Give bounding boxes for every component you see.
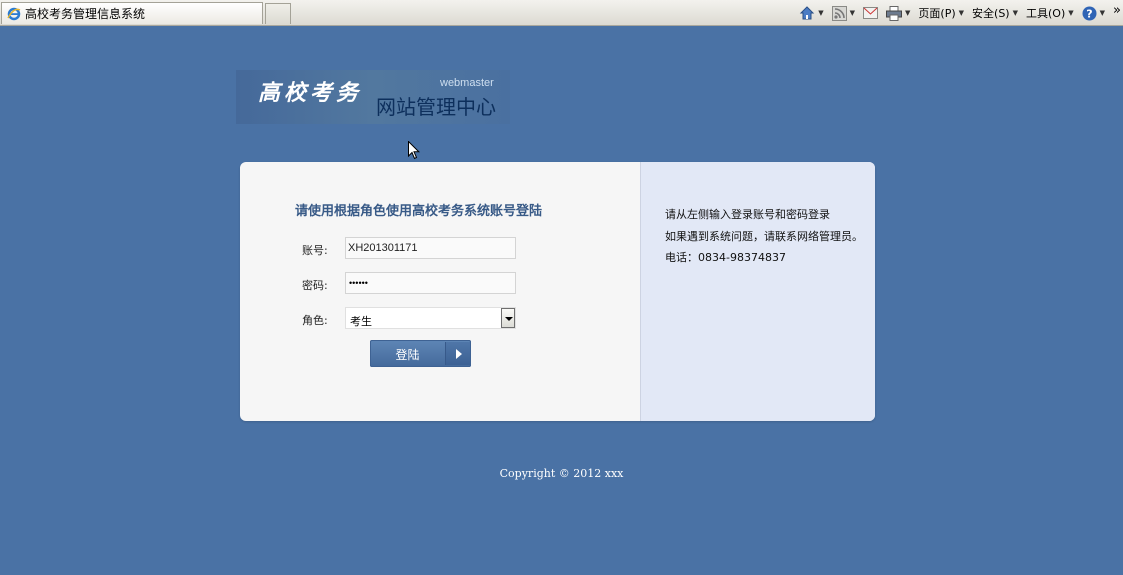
chevron-down-icon[interactable]: ▼ [818,9,823,17]
safety-menu-label: 安全(S) [972,7,1010,20]
password-value: •••••• [349,278,368,288]
rss-icon [831,5,847,21]
info-line-2: 如果遇到系统问题，请联系网络管理员。 [665,230,863,243]
logo-english: webmaster [440,77,494,89]
login-button-label: 登陆 [395,348,420,362]
mail-icon [863,7,879,19]
page-menu[interactable]: 页面(P) ▼ [918,5,964,21]
info-phone: 电话：0834-98374837 [665,251,786,264]
role-selected-value: 考生 [350,315,372,328]
logo-subtitle: 网站管理中心 [376,95,496,119]
help-icon: ? [1082,6,1097,21]
account-label: 账号: [302,244,328,257]
dropdown-arrow-icon[interactable] [501,308,515,328]
arrow-right-icon [445,342,470,365]
password-input[interactable]: •••••• [345,272,516,294]
password-label: 密码: [302,279,328,292]
browser-tab[interactable]: 高校考务管理信息系统 [1,2,263,24]
login-panel: 请使用根据角色使用高校考务系统账号登陆 账号: 密码: •••••• 角色: 考… [240,162,875,421]
browser-tab-title: 高校考务管理信息系统 [25,7,146,21]
login-button[interactable]: 登陆 [370,340,471,367]
tools-menu-label: 工具(O) [1026,7,1066,20]
info-panel: 请从左侧输入登录账号和密码登录 如果遇到系统问题，请联系网络管理员。 电话：08… [640,162,875,421]
feeds-button[interactable]: ▼ [831,5,855,21]
chevron-down-icon[interactable]: ▼ [850,9,855,17]
help-button[interactable]: ? ▼ [1082,6,1105,21]
site-logo: 高校考务 webmaster 网站管理中心 [236,70,510,124]
logo-title: 高校考务 [258,80,363,106]
info-line-1: 请从左侧输入登录账号和密码登录 [665,208,830,221]
svg-text:?: ? [1086,7,1092,20]
chevron-down-icon: ▼ [958,9,965,17]
home-icon [799,5,815,21]
more-label: » [1113,2,1121,18]
copyright-text: Copyright © 2012 xxx [499,467,624,480]
printer-icon [886,5,903,21]
chevron-down-icon[interactable]: ▼ [905,9,910,17]
chevron-down-icon: ▼ [1012,9,1018,17]
command-bar: ▼ ▼ ▼ 页面(P) ▼ 安全(S) ▼ 工具(O) ▼ ? ▼ » [799,0,1123,26]
browser-toolbar: 高校考务管理信息系统 ▼ ▼ ▼ 页面(P) ▼ 安全(S) ▼ 工具(O) ▼… [0,0,1123,26]
safety-menu[interactable]: 安全(S) ▼ [972,5,1018,21]
tools-menu[interactable]: 工具(O) ▼ [1026,5,1074,21]
mouse-cursor-icon [408,140,421,164]
mail-button[interactable] [863,7,879,19]
home-button[interactable]: ▼ [799,5,824,21]
chevron-down-icon[interactable]: ▼ [1100,9,1105,17]
more-commands-button[interactable]: » [1113,3,1121,18]
role-label: 角色: [302,314,328,327]
page-menu-label: 页面(P) [918,7,956,20]
chevron-down-icon: ▼ [1068,9,1074,17]
new-tab-button[interactable] [265,3,291,24]
role-select[interactable]: 考生 [345,307,516,329]
ie-logo-icon [7,7,21,21]
print-button[interactable]: ▼ [886,5,910,21]
login-title: 请使用根据角色使用高校考务系统账号登陆 [295,204,543,219]
account-input[interactable] [345,237,516,259]
